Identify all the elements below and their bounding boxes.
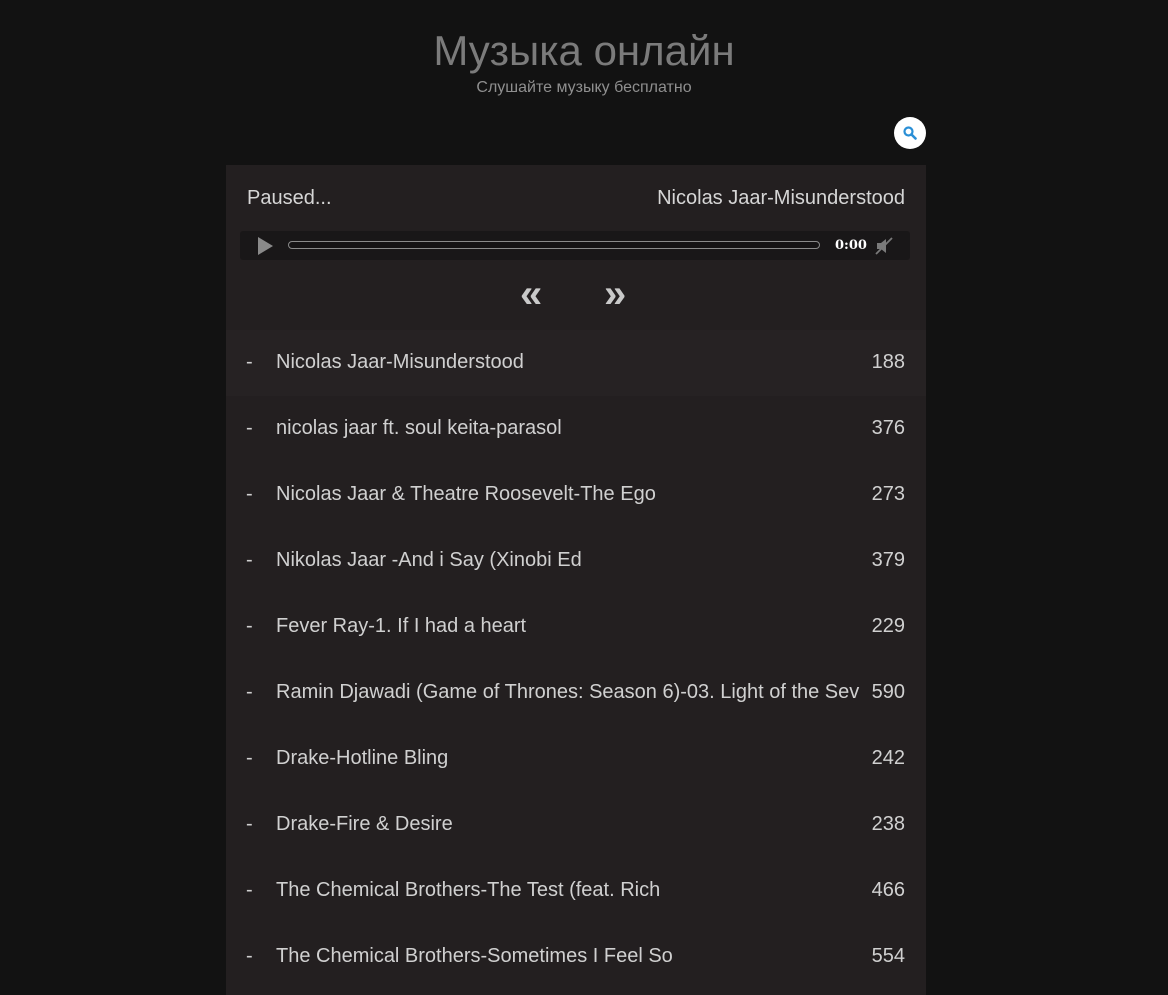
track-duration: 590 — [871, 681, 905, 703]
track-item[interactable]: - The Chemical Brothers-Sometimes I Feel … — [226, 924, 926, 990]
track-item[interactable]: - nicolas jaar ft. soul keita-parasol 376 — [226, 396, 926, 462]
site-subtitle: Слушайте музыку бесплатно — [476, 79, 692, 96]
track-duration: 188 — [871, 351, 905, 373]
track-bullet: - — [246, 615, 253, 637]
track-bullet: - — [246, 945, 253, 967]
track-item[interactable]: - Nicolas Jaar & Theatre Roosevelt-The Eg… — [226, 462, 926, 528]
track-duration: 379 — [871, 549, 905, 571]
track-title: Nicolas Jaar & Theatre Roosevelt-The Ego — [276, 483, 656, 505]
track-duration: 376 — [871, 417, 905, 439]
page: Музыка онлайн Слушайте музыку бесплатно … — [0, 0, 1168, 995]
player-controls: Paused... Nicolas Jaar-Misunderstood 0:0… — [226, 165, 926, 330]
track-bullet: - — [246, 747, 253, 769]
track-bullet: - — [246, 813, 253, 835]
track-item[interactable]: - Nicolas Jaar-Misunderstood 188 — [226, 330, 926, 396]
track-duration: 242 — [871, 747, 905, 769]
track-title: Nicolas Jaar-Misunderstood — [276, 351, 524, 373]
track-title: The Chemical Brothers-The Test (feat. Ri… — [276, 879, 661, 901]
track-item[interactable]: - Drake-Fire & Desire 238 — [226, 792, 926, 858]
track-title: Drake-Hotline Bling — [276, 747, 449, 769]
track-list: - Nicolas Jaar-Misunderstood 188 - nicolas j… — [226, 330, 926, 990]
previous-track-button[interactable]: « — [520, 270, 542, 318]
track-title: nicolas jaar ft. soul keita-parasol — [276, 417, 562, 439]
track-duration: 238 — [871, 813, 905, 835]
track-title: Fever Ray-1. If I had a heart — [276, 615, 527, 637]
track-item[interactable]: - Fever Ray-1. If I had a heart 229 — [226, 594, 926, 660]
search-button[interactable] — [894, 117, 926, 149]
track-item[interactable]: - Ramin Djawadi (Game of Thrones: Season … — [226, 660, 926, 726]
track-item[interactable]: - Drake-Hotline Bling 242 — [226, 726, 926, 792]
track-item[interactable]: - The Chemical Brothers-The Test (feat. R… — [226, 858, 926, 924]
track-title: Ramin Djawadi (Game of Thrones: Season 6… — [276, 681, 860, 703]
now-playing-title: Nicolas Jaar-Misunderstood — [657, 187, 905, 209]
search-icon — [903, 126, 917, 140]
track-title: Nikolas Jaar -And i Say (Xinobi Ed — [276, 549, 582, 571]
track-duration: 273 — [871, 483, 905, 505]
track-bullet: - — [246, 681, 253, 703]
time-readout: 0:00 — [835, 238, 867, 253]
track-bullet: - — [246, 351, 253, 373]
music-player: Paused... Nicolas Jaar-Misunderstood 0:0… — [226, 165, 926, 995]
track-title: Drake-Fire & Desire — [276, 813, 453, 835]
track-duration: 554 — [871, 945, 905, 967]
track-duration: 229 — [871, 615, 905, 637]
track-bullet: - — [246, 879, 253, 901]
play-icon[interactable] — [256, 237, 274, 255]
track-bullet: - — [246, 549, 253, 571]
site-title: Музыка онлайн — [433, 27, 735, 74]
mute-icon[interactable] — [874, 236, 894, 256]
track-item[interactable]: - Nikolas Jaar -And i Say (Xinobi Ed 379 — [226, 528, 926, 594]
player-status: Paused... — [247, 187, 332, 209]
next-track-button[interactable]: » — [604, 270, 626, 318]
track-duration: 466 — [871, 879, 905, 901]
seek-bar[interactable] — [288, 241, 820, 249]
audio-controls: 0:00 — [240, 231, 910, 260]
track-title: The Chemical Brothers-Sometimes I Feel S… — [276, 945, 673, 967]
track-bullet: - — [246, 417, 253, 439]
track-bullet: - — [246, 483, 253, 505]
